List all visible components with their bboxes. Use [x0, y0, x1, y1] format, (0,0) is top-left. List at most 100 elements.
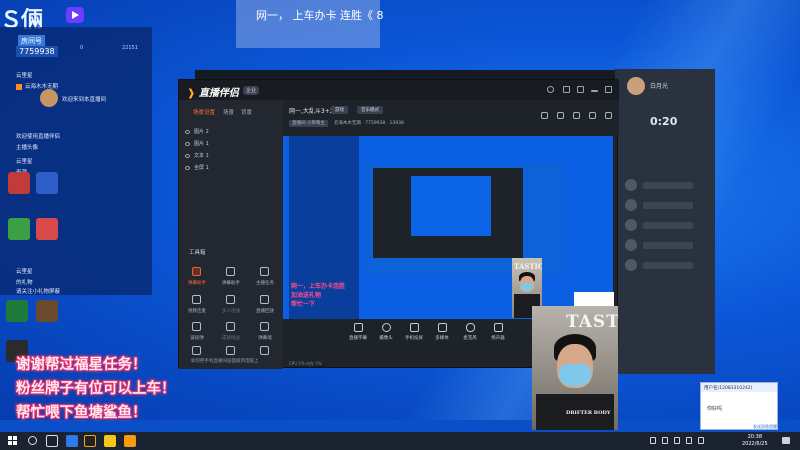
list-item: [643, 262, 693, 269]
tool-icon: [226, 346, 235, 355]
chat-message: 云里星: [16, 159, 33, 165]
tab-scene-settings[interactable]: 场景设置: [193, 108, 215, 116]
eye-icon[interactable]: [185, 141, 190, 146]
phone-cast-button[interactable]: 手机投屏: [401, 322, 427, 348]
menu-icon[interactable]: [577, 86, 584, 93]
category-tag[interactable]: 游戏: [331, 106, 348, 114]
chat-message: 请关注小礼物屏蔽: [16, 289, 61, 295]
overlay-line: 粉丝牌子有位可以上车！: [16, 381, 176, 397]
app-l-icon[interactable]: [104, 435, 116, 447]
speaker-icon: [494, 323, 503, 332]
shield-icon[interactable]: [36, 172, 58, 194]
tab-background[interactable]: 背景: [241, 108, 252, 116]
speaker-button[interactable]: 扬声器: [485, 322, 511, 348]
avatar: [625, 239, 637, 251]
tool-icon: [260, 267, 269, 276]
eye-icon[interactable]: [185, 129, 190, 134]
app-logo: ❱ 直播伴侣: [187, 88, 239, 99]
chat-message: 欢迎来到本直播间: [62, 97, 107, 103]
tool-item[interactable]: 多人连线: [217, 293, 245, 319]
help-link[interactable]: 如何把手机直播间画面搬到电脑上: [191, 358, 259, 364]
volume-icon[interactable]: [698, 437, 704, 444]
subtitle-icon: [354, 323, 363, 332]
room-meta: 直播间 小草莓主 云海木木无期 · 7759938 · 13938: [289, 120, 404, 127]
play-icon: [66, 7, 84, 23]
microphone-button[interactable]: 麦克风: [457, 322, 483, 348]
tool-icon: [260, 346, 269, 355]
room-header: 网一,大乱斗3+2 游戏 音乐模式 直播间 小草莓主 云海木木无期 · 77599…: [283, 100, 619, 136]
upload-icon[interactable]: [541, 112, 548, 119]
avatar: [625, 199, 637, 211]
excel-icon[interactable]: [6, 300, 28, 322]
source-item[interactable]: 文本 1: [185, 152, 209, 159]
app-titlebar: ❱ 直播伴侣 企业: [179, 80, 619, 100]
overlay-line: 谢谢帮过福星任务！: [16, 357, 147, 373]
settings-icon[interactable]: [573, 112, 580, 119]
stream-preview[interactable]: 网一，上车办卡连胜 加油送礼物 帮忙一下: [283, 136, 613, 319]
chat-message: 欢迎使用直播伴侣: [16, 134, 61, 140]
chat-message: 云里星: [16, 73, 33, 79]
share-icon[interactable]: [589, 112, 596, 119]
tool-danmaku[interactable]: 弹幕助手: [183, 265, 211, 291]
battery-icon[interactable]: [686, 437, 692, 444]
source-item[interactable]: 图片 1: [185, 140, 209, 147]
avatar: [625, 219, 637, 231]
overlay-line: 帮忙喂下鱼塘鲨鱼！: [16, 405, 147, 421]
tool-item[interactable]: 弹幕墙: [251, 320, 279, 346]
search-icon[interactable]: [28, 436, 37, 445]
task-view-icon[interactable]: [46, 435, 58, 447]
tray-icon[interactable]: [662, 437, 668, 444]
tool-item[interactable]: 直播回放: [251, 293, 279, 319]
folder-icon[interactable]: [36, 300, 58, 322]
tab-scene[interactable]: 场景: [223, 108, 234, 116]
tray-icon[interactable]: [650, 437, 656, 444]
tool-item[interactable]: [251, 344, 279, 370]
subtitle-button[interactable]: 直播字幕: [345, 322, 371, 348]
voice-room-window: 白月光 0:20: [615, 69, 715, 374]
eye-icon[interactable]: [185, 153, 190, 158]
app-x-icon[interactable]: [66, 435, 78, 447]
livestream-app-icon[interactable]: [124, 435, 136, 447]
eye-icon[interactable]: [185, 165, 190, 170]
tool-item[interactable]: 弹幕助手: [217, 265, 245, 291]
media-button[interactable]: 多媒体: [429, 322, 455, 348]
chat-avatar: [40, 89, 58, 107]
online-count: 22151: [122, 45, 138, 51]
source-item[interactable]: 全屏 1: [185, 164, 209, 171]
app-g-icon[interactable]: [84, 435, 96, 447]
tool-item[interactable]: 成就挑战: [217, 320, 245, 346]
lock-icon[interactable]: [557, 112, 564, 119]
tool-icon: [260, 322, 269, 331]
tool-icon: [192, 295, 201, 304]
tool-icon: [192, 322, 201, 331]
system-clock[interactable]: 20:38 2022/6/25: [742, 434, 768, 448]
app-shortcut-icon[interactable]: [8, 218, 30, 240]
room-title[interactable]: 网一,大乱斗3+2: [289, 106, 334, 115]
chat-notification[interactable]: 用户名(12083310242) 你好吗 发送消息提醒: [700, 382, 778, 430]
tool-item[interactable]: [183, 344, 211, 370]
notification-icon[interactable]: [782, 437, 790, 444]
minimize-icon[interactable]: [591, 90, 598, 92]
source-item[interactable]: 图片 2: [185, 128, 209, 135]
promo-overlay: 谢谢帮过福星任务！ 粉丝牌子有位可以上车！ 帮忙喂下鱼塘鲨鱼！: [16, 353, 176, 425]
camera-button[interactable]: 摄像头: [373, 322, 399, 348]
room-number: 7759938: [16, 46, 58, 57]
tool-item[interactable]: [217, 344, 245, 370]
close-icon[interactable]: [605, 86, 612, 93]
network-icon[interactable]: [674, 437, 680, 444]
more-icon[interactable]: [605, 112, 612, 119]
tool-item[interactable]: 主播任务: [251, 265, 279, 291]
scene-sidebar: 场景设置 场景 背景 图片 2 图片 1 文本 1 全屏 1 工具箱 弹幕助手 …: [179, 100, 283, 369]
mode-tag[interactable]: 音乐模式: [357, 106, 383, 114]
tool-icon: [260, 295, 269, 304]
windows-start-icon[interactable]: [8, 436, 18, 446]
list-item: [643, 182, 693, 189]
shirt-text: TASTIC: [514, 262, 542, 271]
skin-icon[interactable]: [563, 86, 570, 93]
tool-item[interactable]: 波段弹: [183, 320, 211, 346]
app-shortcut-icon[interactable]: [36, 218, 58, 240]
tool-item[interactable]: 视频连麦: [183, 293, 211, 319]
notification-link[interactable]: 发送消息提醒: [753, 424, 777, 430]
settings-icon[interactable]: [547, 86, 554, 93]
app-shortcut-icon[interactable]: [8, 172, 30, 194]
